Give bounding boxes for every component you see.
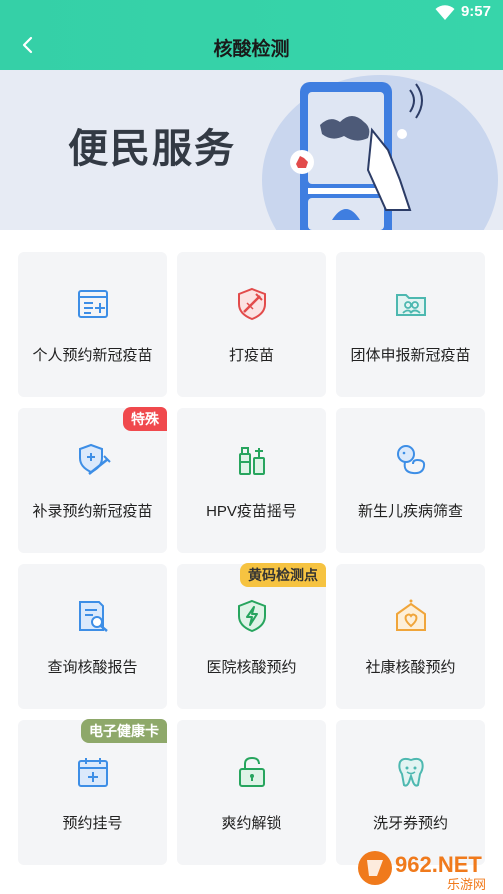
vaccine-shield-icon bbox=[78, 443, 111, 475]
tile-label: 团体申报新冠疫苗 bbox=[350, 347, 471, 364]
community-house-icon bbox=[395, 599, 426, 631]
tile-hpv-lottery[interactable]: HPV疫苗摇号 bbox=[177, 408, 326, 553]
tile-missed-appointment-unlock[interactable]: 爽约解锁 bbox=[177, 720, 326, 865]
syringe-shield-icon bbox=[237, 287, 266, 321]
status-time: 9:57 bbox=[460, 3, 491, 20]
tile-nucleic-report-query[interactable]: 查询核酸报告 bbox=[18, 564, 167, 709]
service-grid: 个人预约新冠疫苗 打疫苗 团体申报新冠疫苗 特殊 补录预约新冠疫苗 HPV疫苗摇… bbox=[18, 252, 486, 872]
tile-label: HPV疫苗摇号 bbox=[206, 503, 297, 520]
tile-group-vaccine-declaration[interactable]: 团体申报新冠疫苗 bbox=[336, 252, 485, 397]
tile-label: 打疫苗 bbox=[228, 347, 274, 364]
group-folder-icon bbox=[395, 294, 426, 316]
special-tag: 特殊 bbox=[123, 407, 167, 431]
page-title: 核酸检测 bbox=[213, 39, 290, 60]
app-header: 9:57 核酸检测 bbox=[0, 0, 503, 70]
yellow-code-tag: 黄码检测点 bbox=[240, 563, 326, 587]
form-icon bbox=[77, 290, 108, 318]
site-watermark-logo: 962.NET 乐游网 bbox=[358, 851, 486, 892]
tile-label: 爽约解锁 bbox=[221, 815, 282, 832]
banner-text: 便民服务 bbox=[68, 127, 236, 171]
report-search-icon bbox=[78, 601, 108, 632]
tile-label: 新生儿疾病筛查 bbox=[357, 503, 463, 520]
vaccine-bottle-icon bbox=[238, 447, 265, 475]
calendar-plus-icon bbox=[77, 758, 108, 787]
tile-label: 个人预约新冠疫苗 bbox=[32, 347, 153, 364]
tile-community-nucleic-booking[interactable]: 社康核酸预约 bbox=[336, 564, 485, 709]
phone-illustration-icon bbox=[262, 75, 498, 230]
tile-label: 社康核酸预约 bbox=[365, 659, 456, 676]
lightning-shield-icon bbox=[237, 599, 266, 633]
baby-icon bbox=[396, 445, 425, 475]
tile-label: 补录预约新冠疫苗 bbox=[32, 503, 153, 520]
tile-label: 预约挂号 bbox=[62, 815, 123, 832]
tile-newborn-screening[interactable]: 新生儿疾病筛查 bbox=[336, 408, 485, 553]
watermark-subtext: 乐游网 bbox=[447, 878, 486, 892]
tile-label: 医院核酸预约 bbox=[206, 659, 297, 676]
tile-label: 查询核酸报告 bbox=[47, 659, 138, 676]
watermark-text: 962.NET bbox=[395, 852, 482, 877]
banner[interactable]: 便民服务 bbox=[0, 70, 503, 230]
tile-label: 洗牙券预约 bbox=[372, 815, 448, 832]
unlock-icon bbox=[238, 756, 265, 787]
tile-appointment-registration[interactable]: 电子健康卡 预约挂号 bbox=[18, 719, 167, 865]
tile-get-vaccinated[interactable]: 打疫苗 bbox=[177, 252, 326, 397]
wifi-icon bbox=[435, 5, 455, 20]
tile-supplementary-vaccine-booking[interactable]: 特殊 补录预约新冠疫苗 bbox=[18, 407, 167, 553]
health-card-tag: 电子健康卡 bbox=[81, 719, 167, 743]
tile-hospital-nucleic-booking[interactable]: 黄码检测点 医院核酸预约 bbox=[177, 563, 326, 709]
tooth-icon bbox=[397, 757, 424, 787]
tile-personal-vaccine-booking[interactable]: 个人预约新冠疫苗 bbox=[18, 252, 167, 397]
